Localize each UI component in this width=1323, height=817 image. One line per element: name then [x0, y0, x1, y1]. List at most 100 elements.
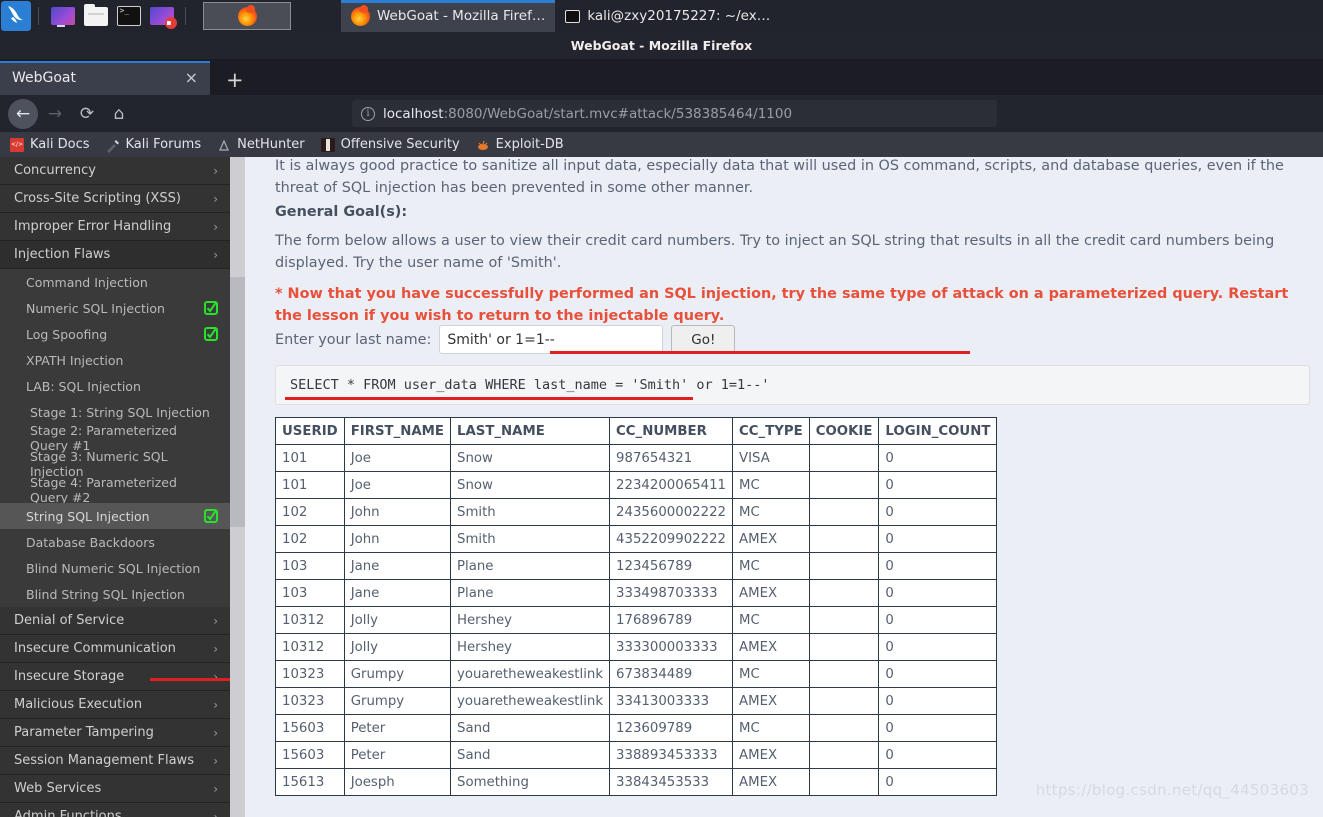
sidebar-item-string-sql-injection[interactable]: String SQL Injection	[0, 503, 230, 529]
table-cell: Snow	[449, 471, 611, 499]
terminal-icon	[565, 9, 581, 23]
table-cell: 0	[878, 471, 998, 499]
chevron-right-icon: ›	[213, 669, 218, 684]
taskbar-firefox-button[interactable]	[203, 2, 291, 30]
table-cell: 2435600002222	[609, 498, 734, 526]
sidebar-item-insecure-communication[interactable]: Insecure Communication ›	[0, 635, 230, 663]
screen-recorder-icon[interactable]	[148, 3, 177, 29]
chevron-right-icon: ›	[213, 753, 218, 768]
table-row: 103 Jane Plane 123456789 MC 0	[275, 552, 998, 580]
address-bar[interactable]: i localhost:8080/WebGoat/start.mvc#attac…	[352, 100, 997, 127]
reload-icon[interactable]: ⟳	[72, 99, 102, 129]
table-cell: Peter	[343, 741, 452, 769]
bookmark-offensive-security[interactable]: Offensive Security	[320, 137, 460, 152]
sidebar-item-admin-functions[interactable]: Admin Functions ›	[0, 803, 230, 817]
chevron-right-icon: ›	[213, 163, 218, 178]
sidebar-item-stage-4[interactable]: Stage 4: Parameterized Query #2	[0, 475, 230, 505]
sidebar-item-stage-2[interactable]: Stage 2: Parameterized Query #1	[0, 423, 230, 453]
sidebar-item-malicious-execution[interactable]: Malicious Execution ›	[0, 691, 230, 719]
new-tab-button[interactable]: +	[226, 70, 244, 91]
results-table: USERID FIRST_NAME LAST_NAME CC_NUMBER CC…	[275, 417, 998, 796]
table-row: 101 Joe Snow 987654321 VISA 0	[275, 444, 998, 472]
page-info-icon[interactable]: i	[361, 106, 375, 121]
table-cell: Plane	[449, 552, 611, 580]
table-row: 103 Jane Plane 333498703333 AMEX 0	[275, 579, 998, 607]
table-cell: Snow	[449, 444, 611, 472]
sidebar-item-insecure-storage[interactable]: Insecure Storage ›	[0, 663, 230, 691]
tab-webgoat[interactable]: WebGoat ×	[0, 61, 210, 95]
table-cell: MC	[732, 714, 810, 742]
table-cell: MC	[732, 660, 810, 688]
table-header-row: USERID FIRST_NAME LAST_NAME CC_NUMBER CC…	[275, 417, 998, 445]
go-button[interactable]: Go!	[671, 325, 736, 354]
sidebar-item-denial-of-service[interactable]: Denial of Service ›	[0, 607, 230, 635]
sidebar-item-stage-1[interactable]: Stage 1: String SQL Injection	[0, 399, 230, 425]
display-icon[interactable]	[49, 3, 76, 29]
sidebar-item-injection-flaws[interactable]: Injection Flaws ›	[0, 241, 230, 269]
table-cell: 103	[275, 579, 345, 607]
folder-icon[interactable]	[82, 3, 109, 29]
table-cell: AMEX	[732, 579, 810, 607]
bookmark-nethunter[interactable]: NetHunter	[217, 137, 305, 152]
table-cell	[808, 741, 880, 769]
table-cell: Joesph	[343, 768, 452, 796]
chevron-right-icon: ›	[213, 809, 218, 817]
table-cell: 0	[878, 768, 998, 796]
table-cell: AMEX	[732, 687, 810, 715]
lesson-goal-paragraph: The form below allows a user to view the…	[275, 233, 1275, 271]
watermark: https://blog.csdn.net/qq_44503603	[1035, 781, 1309, 799]
table-cell: Sand	[449, 714, 611, 742]
table-cell: John	[343, 525, 452, 553]
table-cell: MC	[732, 471, 810, 499]
table-cell: 0	[878, 552, 998, 580]
lesson-form: Enter your last name: Go!	[275, 325, 736, 354]
table-cell: Jolly	[343, 606, 452, 634]
taskbar-window-list: WebGoat - Mozilla Firef… kali@zxy2017522…	[341, 0, 780, 32]
table-cell: 101	[275, 471, 345, 499]
bookmark-label: Kali Forums	[125, 137, 202, 152]
sidebar-item-numeric-sql-injection[interactable]: Numeric SQL Injection	[0, 295, 230, 321]
bookmark-kali-forums[interactable]: Kali Forums	[106, 137, 202, 153]
table-row: 10312 Jolly Hershey 333300003333 AMEX 0	[275, 633, 998, 661]
sidebar-item-database-backdoors[interactable]: Database Backdoors	[0, 529, 230, 555]
bookmark-exploit-db[interactable]: Exploit-DB	[476, 137, 564, 152]
taskbar-task-firefox[interactable]: WebGoat - Mozilla Firef…	[341, 0, 556, 32]
sidebar-item-blind-string-sql-injection[interactable]: Blind String SQL Injection	[0, 581, 230, 607]
page-scrollbar-thumb[interactable]	[230, 277, 245, 527]
sidebar-item-blind-numeric-sql-injection[interactable]: Blind Numeric SQL Injection	[0, 555, 230, 581]
home-icon[interactable]: ⌂	[104, 99, 134, 129]
kali-dragon-icon[interactable]	[1, 1, 31, 31]
lesson-content: It is always good practice to sanitize a…	[245, 157, 1323, 817]
sidebar-item-command-injection[interactable]: Command Injection	[0, 269, 230, 295]
column-header-cc-type: CC_TYPE	[732, 417, 810, 445]
taskbar-task-terminal[interactable]: kali@zxy20175227: ~/ex…	[555, 0, 780, 32]
sidebar-item-parameter-tampering[interactable]: Parameter Tampering ›	[0, 719, 230, 747]
sidebar-item-label: Database Backdoors	[26, 534, 155, 550]
table-cell: youaretheweakestlink	[449, 660, 611, 688]
sidebar-item-improper-error-handling[interactable]: Improper Error Handling ›	[0, 213, 230, 241]
sidebar-item-cross-site-scripting[interactable]: Cross-Site Scripting (XSS) ›	[0, 185, 230, 213]
back-arrow-icon[interactable]: ←	[8, 98, 38, 129]
table-body: 101 Joe Snow 987654321 VISA 0 101 Joe Snow 223420…	[275, 444, 998, 796]
lastname-input[interactable]	[439, 325, 664, 354]
forward-arrow-icon[interactable]: →	[40, 99, 70, 129]
sidebar-item-lab-sql-injection[interactable]: LAB: SQL Injection	[0, 373, 230, 399]
sidebar-item-label: Blind String SQL Injection	[26, 586, 185, 602]
sidebar-item-label: Session Management Flaws	[14, 753, 194, 768]
close-icon[interactable]: ×	[185, 70, 198, 86]
terminal-icon[interactable]	[115, 3, 142, 29]
sidebar-item-xpath-injection[interactable]: XPATH Injection	[0, 347, 230, 373]
table-row: 15603 Peter Sand 123609789 MC 0	[275, 714, 998, 742]
sidebar-item-log-spoofing[interactable]: Log Spoofing	[0, 321, 230, 347]
table-cell: youaretheweakestlink	[449, 687, 611, 715]
sidebar-item-web-services[interactable]: Web Services ›	[0, 775, 230, 803]
sidebar-item-stage-3[interactable]: Stage 3: Numeric SQL Injection	[0, 449, 230, 479]
sidebar-item-concurrency[interactable]: Concurrency ›	[0, 157, 230, 185]
bookmark-kali-docs[interactable]: Kali Docs	[10, 137, 90, 152]
table-cell: Sand	[449, 741, 611, 769]
navigation-toolbar: ← → ⟳ ⌂ i localhost:8080/WebGoat/start.m…	[0, 95, 1323, 132]
sidebar-item-session-management-flaws[interactable]: Session Management Flaws ›	[0, 747, 230, 775]
sidebar-item-label: Stage 4: Parameterized Query #2	[30, 475, 177, 505]
table-cell: 176896789	[609, 606, 734, 634]
table-cell: 33413003333	[609, 687, 734, 715]
